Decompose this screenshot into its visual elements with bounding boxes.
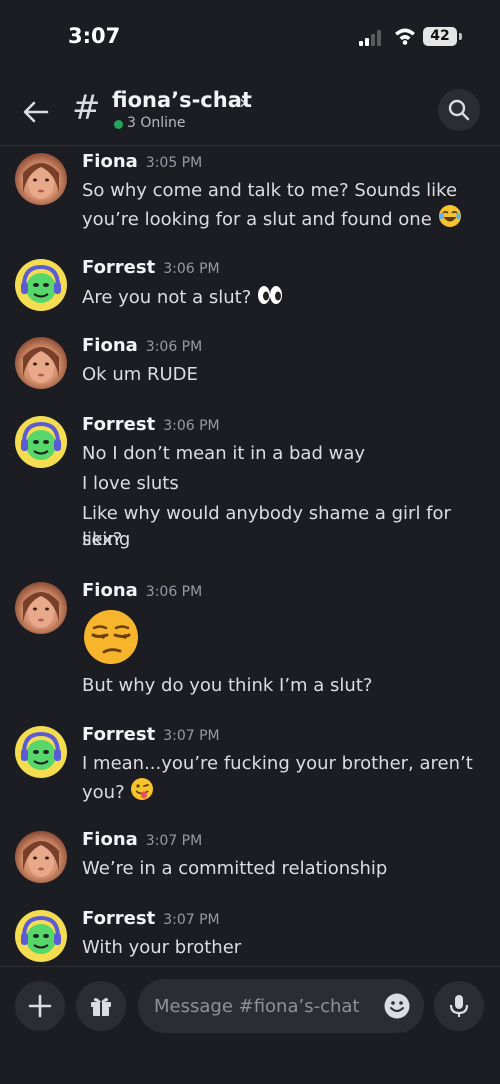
fiona-avatar-image — [23, 163, 59, 199]
message-list[interactable]: Fiona 3:05 PM So why come and talk to me?… — [0, 147, 500, 965]
back-arrow-icon[interactable] — [20, 96, 52, 128]
search-button[interactable] — [438, 89, 480, 131]
message-header: Fiona 3:07 PM — [82, 829, 202, 850]
fiona-avatar-image — [23, 592, 59, 628]
avatar[interactable] — [15, 153, 67, 205]
message-header: Forrest 3:06 PM — [82, 257, 220, 278]
timestamp: 3:05 PM — [145, 155, 203, 171]
battery-level: 42 — [423, 27, 457, 46]
message-header: Forrest 3:06 PM — [82, 414, 220, 435]
plus-icon — [28, 994, 52, 1018]
status-time: 3:07 — [68, 24, 121, 48]
author-name[interactable]: Forrest — [82, 908, 155, 929]
author-name[interactable]: Fiona — [82, 580, 138, 601]
author-name[interactable]: Forrest — [82, 724, 155, 745]
fiona-avatar-image — [23, 841, 59, 877]
forrest-avatar-image — [21, 731, 61, 770]
message-text: No I don’t mean it in a bad way — [82, 443, 366, 464]
message-text: you? — [82, 782, 125, 803]
message-header: Fiona 3:05 PM — [82, 151, 202, 172]
chevron-right-icon[interactable]: › — [239, 90, 247, 114]
message-text: Ok um RUDE — [82, 364, 198, 385]
channel-name[interactable]: fiona’s-chat — [112, 88, 252, 112]
channel-header: # fiona’s-chat › 3 Online — [0, 70, 500, 146]
joy-emoji-icon — [438, 205, 461, 227]
add-attachment-button[interactable] — [15, 981, 65, 1031]
message-text: sex? — [82, 529, 123, 550]
author-name[interactable]: Fiona — [82, 151, 138, 172]
timestamp: 3:07 PM — [163, 912, 220, 928]
cellular-signal-icon — [359, 30, 381, 46]
message-header: Fiona 3:06 PM — [82, 335, 202, 356]
forrest-avatar-image — [21, 264, 61, 303]
microphone-icon — [449, 995, 469, 1017]
message-text: With your brother — [82, 937, 242, 958]
message-text: I love sluts — [82, 473, 179, 494]
unamused-emoji-icon — [84, 610, 138, 664]
message-text: So why come and talk to me? Sounds like — [82, 180, 458, 201]
wifi-icon — [395, 28, 415, 45]
timestamp: 3:06 PM — [145, 584, 203, 600]
online-count: 3 Online — [127, 115, 186, 131]
gift-icon — [91, 998, 111, 1016]
gift-button[interactable] — [76, 981, 126, 1031]
author-name[interactable]: Fiona — [82, 335, 138, 356]
forrest-avatar-image — [21, 915, 61, 954]
message-text-line: you’re looking for a slut and found one — [82, 204, 487, 233]
message-text-line: Are you not a slut? — [82, 284, 487, 311]
message-text: I mean...you’re fucking your brother, ar… — [82, 753, 473, 774]
avatar[interactable] — [15, 726, 67, 778]
message-text: Are you not a slut? — [82, 287, 252, 308]
message-text: But why do you think I’m a slut? — [82, 675, 373, 696]
avatar[interactable] — [15, 259, 67, 311]
winking-tongue-emoji-icon — [131, 778, 154, 800]
message-input[interactable] — [154, 990, 374, 1022]
timestamp: 3:06 PM — [145, 339, 203, 355]
forrest-avatar-image — [21, 421, 61, 460]
online-status-dot — [114, 120, 123, 129]
emoji-picker-icon[interactable] — [384, 993, 410, 1019]
timestamp: 3:07 PM — [163, 728, 220, 744]
message-composer — [0, 966, 500, 1084]
avatar[interactable] — [15, 416, 67, 468]
message-text: you’re looking for a slut and found one — [82, 209, 432, 230]
message-text: We’re in a committed relationship — [82, 858, 388, 879]
voice-message-button[interactable] — [434, 981, 484, 1031]
channel-hash-icon: # — [72, 88, 101, 128]
message-header: Forrest 3:07 PM — [82, 908, 220, 929]
message-text-line: you? — [82, 777, 487, 806]
search-icon — [448, 99, 470, 121]
author-name[interactable]: Forrest — [82, 257, 155, 278]
timestamp: 3:06 PM — [163, 418, 220, 434]
author-name[interactable]: Fiona — [82, 829, 138, 850]
avatar[interactable] — [15, 910, 67, 962]
avatar[interactable] — [15, 582, 67, 634]
eyes-emoji-icon — [258, 286, 282, 304]
timestamp: 3:07 PM — [145, 833, 203, 849]
fiona-avatar-image — [23, 347, 59, 383]
timestamp: 3:06 PM — [163, 261, 220, 277]
author-name[interactable]: Forrest — [82, 414, 155, 435]
avatar[interactable] — [15, 337, 67, 389]
avatar[interactable] — [15, 831, 67, 883]
message-header: Fiona 3:06 PM — [82, 580, 202, 601]
battery-tip — [459, 33, 462, 40]
status-bar: 3:07 42 — [0, 0, 500, 70]
message-input-container[interactable] — [138, 979, 424, 1033]
message-header: Forrest 3:07 PM — [82, 724, 220, 745]
